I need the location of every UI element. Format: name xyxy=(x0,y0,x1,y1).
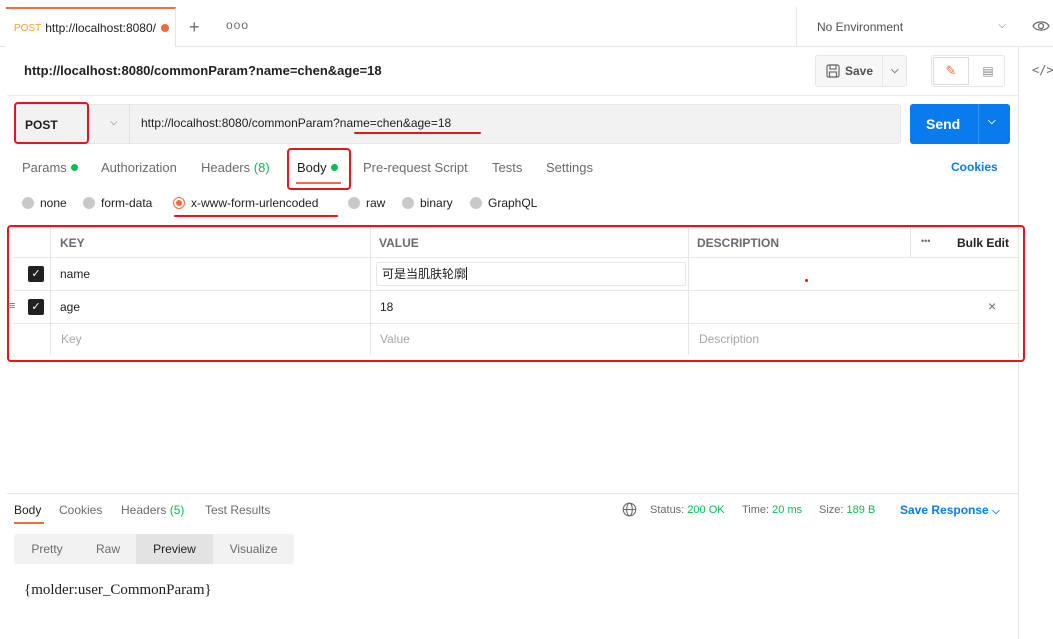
size-value: 189 B xyxy=(846,504,876,516)
mode-toggle: ✎ ▤ xyxy=(931,55,1005,87)
save-disk-icon xyxy=(826,64,840,78)
response-tab-cookies[interactable]: Cookies xyxy=(59,503,102,517)
time-readout: Time: 20 ms xyxy=(742,504,803,516)
send-button[interactable]: Send ⌵ xyxy=(910,104,1010,144)
url-input[interactable]: http://localhost:8080/commonParam?name=c… xyxy=(141,116,451,130)
status-readout: Status: 200 OK xyxy=(650,504,725,516)
radio-icon xyxy=(22,197,34,209)
request-title: http://localhost:8080/commonParam?name=c… xyxy=(24,63,382,78)
time-value: 20 ms xyxy=(772,504,803,516)
save-label: Save xyxy=(845,64,874,78)
new-tab-plus-icon[interactable]: + xyxy=(189,17,200,38)
body-type-graphql[interactable]: GraphQL xyxy=(470,196,537,210)
headers-count: (8) xyxy=(253,160,270,175)
tab-settings[interactable]: Settings xyxy=(546,160,593,175)
tab-params[interactable]: Params xyxy=(22,160,78,175)
url-base: http://localhost:8080/commonParam? xyxy=(141,116,340,130)
code-icon[interactable]: </> xyxy=(1032,63,1053,77)
more-options-icon[interactable]: ooo xyxy=(226,18,249,32)
body-type-raw[interactable]: raw xyxy=(348,196,385,210)
request-tab-title: http://localhost:8080/ xyxy=(45,21,156,35)
body-type-urlencoded[interactable]: x-www-form-urlencoded xyxy=(173,196,318,210)
radio-icon xyxy=(83,197,95,209)
response-tab-test-results[interactable]: Test Results xyxy=(205,503,270,517)
tab-bar: POST http://localhost:8080/ + ooo No Env… xyxy=(0,7,1053,47)
cookies-link[interactable]: Cookies xyxy=(951,160,998,174)
tab-headers[interactable]: Headers (8) xyxy=(201,160,270,175)
status-value: 200 OK xyxy=(687,504,725,516)
unsaved-dot-icon xyxy=(161,24,170,32)
request-tab-method: POST xyxy=(14,22,42,34)
chevron-down-icon: ⌵ xyxy=(998,20,1006,31)
radio-icon xyxy=(402,197,414,209)
body-type-binary[interactable]: binary xyxy=(402,196,453,210)
response-tab-headers[interactable]: Headers (5) xyxy=(121,503,184,517)
url-query: name=chen&age=18 xyxy=(339,116,452,130)
active-tab-underline xyxy=(14,522,44,524)
edit-pencil-icon[interactable]: ✎ xyxy=(934,58,968,84)
view-tab-raw[interactable]: Raw xyxy=(80,534,136,564)
save-response-button[interactable]: Save Response ⌵ xyxy=(900,503,1000,517)
save-options-chevron-icon[interactable]: ⌵ xyxy=(891,65,899,76)
annotation-body-tab-box xyxy=(287,148,351,190)
params-indicator-dot xyxy=(70,164,78,171)
annotation-dot xyxy=(805,279,808,282)
annotation-bodytype-underline xyxy=(174,215,338,217)
view-tab-pretty[interactable]: Pretty xyxy=(14,534,80,564)
annotation-table-box xyxy=(7,225,1025,362)
environment-label: No Environment xyxy=(817,20,904,34)
eye-icon[interactable] xyxy=(1032,19,1050,33)
annotation-method-box xyxy=(14,102,89,144)
view-tab-preview[interactable]: Preview xyxy=(136,534,213,564)
size-readout: Size: 189 B xyxy=(819,504,876,516)
documentation-icon[interactable]: ▤ xyxy=(974,58,1002,84)
response-body-preview: {molder:user_CommonParam} xyxy=(24,582,212,598)
tab-prerequest-script[interactable]: Pre-request Script xyxy=(363,160,468,175)
view-tab-visualize[interactable]: Visualize xyxy=(213,534,294,564)
radio-icon xyxy=(470,197,482,209)
response-headers-count: (5) xyxy=(169,503,185,517)
send-options-chevron-icon[interactable]: ⌵ xyxy=(988,116,996,127)
tab-authorization[interactable]: Authorization xyxy=(101,160,177,175)
annotation-query-underline xyxy=(354,132,481,134)
response-tab-body[interactable]: Body xyxy=(14,503,41,517)
body-type-none[interactable]: none xyxy=(22,196,67,210)
radio-icon xyxy=(348,197,360,209)
response-view-tabs: Pretty Raw Preview Visualize xyxy=(14,534,294,564)
chevron-down-icon: ⌵ xyxy=(110,117,118,128)
tab-tests[interactable]: Tests xyxy=(492,160,522,175)
request-tab[interactable]: POST http://localhost:8080/ xyxy=(6,7,176,47)
environment-select[interactable]: No Environment ⌵ xyxy=(796,7,1018,47)
send-label: Send xyxy=(926,116,961,132)
radio-selected-icon xyxy=(173,197,185,209)
body-type-form-data[interactable]: form-data xyxy=(83,196,152,210)
save-button[interactable]: Save ⌵ xyxy=(815,55,907,87)
chevron-down-icon: ⌵ xyxy=(992,506,1000,517)
globe-icon[interactable] xyxy=(622,502,637,517)
